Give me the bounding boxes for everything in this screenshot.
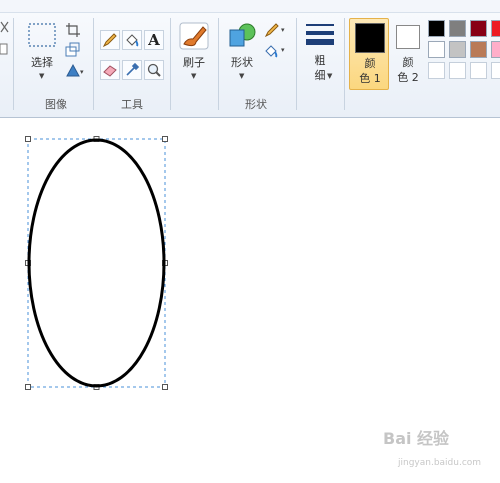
color-picker-tool-button[interactable]	[122, 60, 142, 80]
brushes-label: 刷子	[183, 56, 205, 69]
color2-swatch	[396, 25, 420, 49]
select-rectangle-icon	[28, 23, 56, 47]
eyedropper-icon	[126, 62, 140, 76]
image-group-label: 图像	[45, 98, 67, 111]
shapes-icon	[229, 23, 256, 47]
palette-swatch[interactable]	[428, 20, 445, 37]
shapes-dropdown-caret: ▼	[239, 72, 245, 80]
color1-button[interactable]: 颜 色 1	[349, 18, 389, 90]
selection-handle-top-left[interactable]	[25, 136, 31, 142]
fill-button[interactable]: ▾	[264, 42, 290, 58]
text-tool-button[interactable]: A	[144, 30, 164, 50]
eraser-tool-button[interactable]	[100, 60, 120, 80]
paint-bucket-icon	[126, 34, 139, 47]
ellipse-shape[interactable]	[27, 138, 166, 388]
color1-swatch	[355, 23, 385, 53]
size-dropdown-caret: ▼	[327, 72, 333, 80]
outline-button[interactable]: ▾	[264, 22, 290, 38]
brushes-dropdown-caret: ▼	[191, 72, 197, 80]
resize-icon[interactable]	[65, 42, 81, 58]
shapes-group-label: 形状	[245, 98, 267, 111]
palette-swatch[interactable]	[428, 62, 445, 79]
selection-handle-bottom-left[interactable]	[25, 384, 31, 390]
brushes-button[interactable]: 刷子 ▼	[176, 22, 212, 84]
palette-swatch[interactable]	[449, 62, 466, 79]
magnifier-tool-button[interactable]	[144, 60, 164, 80]
palette-swatch[interactable]	[491, 20, 500, 37]
group-separator	[344, 18, 345, 110]
group-separator	[13, 18, 14, 110]
pencil-icon	[102, 33, 117, 48]
baidu-watermark: Bai 经验	[383, 429, 450, 448]
fill-tool-button[interactable]	[122, 30, 142, 50]
shapes-button[interactable]: 形状 ▼	[224, 22, 260, 84]
line-size-icon	[306, 24, 334, 45]
group-separator	[93, 18, 94, 110]
pencil-tool-button[interactable]	[100, 30, 120, 50]
color2-label-line2: 色 2	[397, 71, 419, 84]
cut-icon[interactable]	[0, 20, 10, 34]
ribbon: 选择 ▼ ▾ 图像 A 工具 刷子 ▼ 形状 ▼ ▾ ▾ 形状 粗 细 ▼ 颜 …	[0, 0, 500, 118]
text-a-icon: A	[148, 31, 160, 49]
size-label-line1: 粗	[314, 54, 326, 67]
selection-handle-bottom-right[interactable]	[162, 384, 168, 390]
shapes-label: 形状	[231, 56, 253, 69]
palette-swatch[interactable]	[470, 62, 487, 79]
palette-swatch[interactable]	[491, 41, 500, 58]
palette-swatch[interactable]	[470, 41, 487, 58]
svg-text:▾: ▾	[281, 26, 285, 34]
size-label-line2: 细	[314, 69, 326, 82]
selection-handle-top-right[interactable]	[162, 136, 168, 142]
color1-label-line2: 色 1	[359, 72, 381, 85]
selection-box[interactable]	[25, 136, 168, 390]
group-separator	[296, 18, 297, 110]
select-label: 选择	[31, 56, 53, 69]
color2-label-line1: 颜	[402, 56, 414, 69]
ribbon-tab-strip	[0, 0, 500, 13]
outline-pencil-icon: ▾	[264, 23, 285, 38]
magnifier-icon	[147, 63, 161, 77]
color2-button[interactable]: 颜 色 2	[393, 18, 423, 90]
svg-text:▾: ▾	[80, 68, 84, 76]
palette-swatch[interactable]	[449, 20, 466, 37]
palette-swatch[interactable]	[449, 41, 466, 58]
select-button[interactable]: 选择 ▼	[24, 22, 60, 84]
size-button[interactable]: 粗 细 ▼	[302, 20, 338, 88]
crop-icon[interactable]	[65, 22, 81, 38]
eraser-icon	[103, 65, 117, 77]
baidu-watermark-url: jingyan.baidu.com	[398, 458, 482, 468]
rotate-icon[interactable]: ▾	[65, 62, 87, 78]
palette-swatch[interactable]	[491, 62, 500, 79]
svg-text:▾: ▾	[281, 46, 285, 54]
color1-label-line1: 颜	[364, 57, 376, 70]
fill-bucket-icon: ▾	[265, 45, 285, 58]
group-separator	[218, 18, 219, 110]
palette-swatch[interactable]	[470, 20, 487, 37]
group-separator	[170, 18, 171, 110]
copy-icon[interactable]	[0, 42, 10, 56]
tools-group-label: 工具	[121, 98, 143, 111]
palette-swatch[interactable]	[428, 41, 445, 58]
brush-icon	[179, 22, 209, 50]
select-dropdown-caret: ▼	[39, 72, 45, 80]
